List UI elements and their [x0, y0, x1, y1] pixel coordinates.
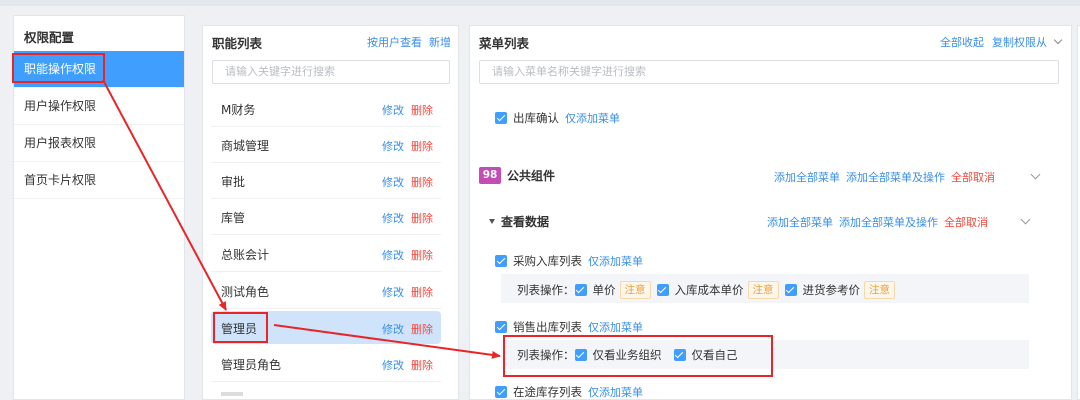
- arrow-to-admin-role: [102, 79, 227, 311]
- arrow-to-sales-ops: [273, 324, 501, 359]
- annotation-arrows: [102, 79, 501, 359]
